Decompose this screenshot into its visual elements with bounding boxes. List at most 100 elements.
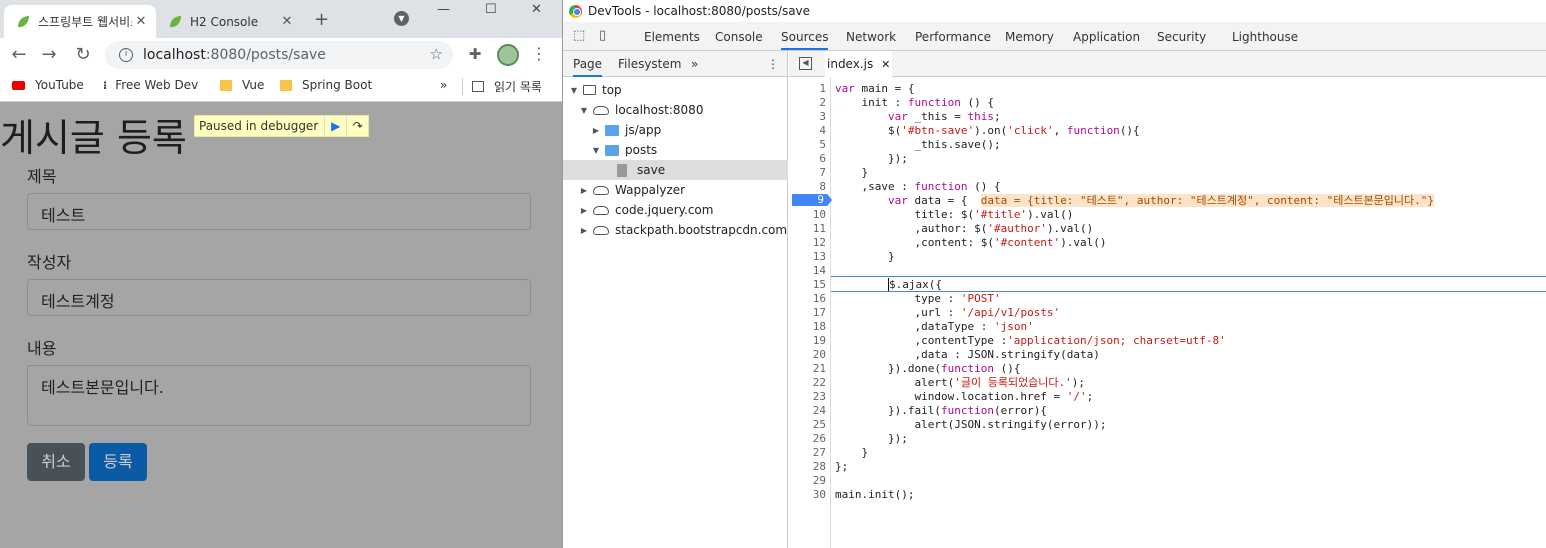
code-line: var _this = this; [887,110,1001,123]
line-number[interactable]: 30 [790,488,826,501]
line-number[interactable]: 20 [790,348,826,361]
close-icon[interactable]: ✕ [881,58,890,71]
maximize-button[interactable]: ☐ [485,2,497,17]
file-tab-index-js[interactable]: index.js ✕ [825,51,893,77]
line-number[interactable]: 5 [790,138,826,151]
tab-h2-console[interactable]: H2 Console ✕ [156,5,302,38]
bookmark-label: Free Web Dev [115,78,199,92]
line-number[interactable]: 21 [790,362,826,375]
browser-window: 스프링부트 웹서비스 ✕ H2 Console ✕ + ▼ — ☐ ✕ ← → … [0,0,562,548]
tab-performance[interactable]: Performance [915,22,991,50]
line-number[interactable]: 14 [790,264,826,277]
address-bar[interactable]: i localhost:8080/posts/save ☆ [105,41,453,69]
line-number[interactable]: 7 [790,166,826,179]
line-number[interactable]: 19 [790,334,826,347]
tree-item-posts[interactable]: ▼ posts [563,140,788,160]
reading-list-button[interactable]: 읽기 목록 [462,78,542,95]
tab-memory[interactable]: Memory [1005,22,1054,50]
forward-arrow-icon[interactable]: → [38,44,60,65]
tree-item-jquery[interactable]: ▶ code.jquery.com [563,200,788,220]
content-textarea[interactable]: 테스트본문입니다. [27,365,531,426]
line-number[interactable]: 29 [790,474,826,487]
info-icon[interactable]: i [119,48,133,62]
line-number[interactable]: 3 [790,110,826,123]
line-number[interactable]: 28 [790,460,826,473]
tree-item-js-app[interactable]: ▶ js/app [563,120,788,140]
submit-button[interactable]: 등록 [89,443,147,481]
line-number[interactable]: 13 [790,250,826,263]
toggle-navigator-icon[interactable]: ◀ [799,57,812,70]
cancel-button[interactable]: 취소 [27,443,85,481]
line-number[interactable]: 12 [790,236,826,249]
bookmark-star-icon[interactable]: ☆ [430,45,443,63]
bookmark-spring-boot[interactable]: Spring Boot [280,78,372,92]
line-number[interactable]: 8 [790,180,826,193]
inspect-element-icon[interactable]: ⬚ [573,28,589,44]
folder-icon [605,124,619,136]
code-line: $('#btn-save').on('click', function(){ [835,124,1140,137]
debugger-status-text: Paused in debugger [199,119,319,133]
line-number[interactable]: 26 [790,432,826,445]
close-window-button[interactable]: ✕ [531,2,542,17]
more-tabs-button[interactable]: » [691,51,698,77]
navigator-menu-icon[interactable]: ⋮ [767,51,779,77]
line-number[interactable]: 4 [790,124,826,137]
line-number[interactable]: 11 [790,222,826,235]
tree-item-save[interactable]: save [563,160,788,180]
title-input[interactable]: 테스트 [27,193,531,230]
tree-item-wappalyzer[interactable]: ▶ Wappalyzer [563,180,788,200]
code-line: title: $('#title').val() [835,208,1074,221]
line-number[interactable]: 1 [790,82,826,95]
minimize-button[interactable]: — [437,2,450,17]
line-number[interactable]: 15 [790,278,826,291]
line-number-gutter[interactable]: 1 2 3 4 5 6 7 8 9 10 11 12 13 14 15 16 17 18 19 20 21 22 23 24 2… [789,77,832,548]
tab-springboot[interactable]: 스프링부트 웹서비스 ✕ [4,5,156,38]
reload-icon[interactable]: ↻ [72,44,94,65]
tree-item-top[interactable]: ▼ top [563,80,788,100]
more-bookmarks-button[interactable]: » [440,78,447,92]
device-toolbar-icon[interactable]: ▯ [599,28,615,44]
tab-filesystem[interactable]: Filesystem [618,51,681,77]
bookmark-vue[interactable]: Vue [220,78,264,92]
extensions-icon[interactable]: ✚ [464,45,486,63]
line-number[interactable]: 24 [790,404,826,417]
tab-security[interactable]: Security [1157,22,1206,50]
bookmark-free-web-dev[interactable]: ⁝ Free Web Dev [103,78,198,92]
step-over-icon[interactable]: ↷ [346,116,368,136]
line-number[interactable]: 23 [790,390,826,403]
line-number[interactable]: 27 [790,446,826,459]
tree-item-bootstrapcdn[interactable]: ▶ stackpath.bootstrapcdn.com [563,220,788,240]
tab-search-icon[interactable]: ▼ [394,11,409,26]
tab-page[interactable]: Page [573,51,603,77]
tab-console[interactable]: Console [715,22,763,50]
code-line: } [835,446,869,459]
tab-sources[interactable]: Sources [781,22,829,50]
close-icon[interactable]: ✕ [132,14,150,29]
line-number[interactable]: 6 [790,152,826,165]
tree-label: Wappalyzer [615,183,686,197]
tab-application[interactable]: Application [1073,22,1140,50]
line-number: 9 [817,193,824,206]
code-area[interactable]: var main = { init : function () { var _t… [831,77,1546,548]
breakpoint-marker[interactable]: 9 [792,194,832,206]
line-number[interactable]: 10 [790,208,826,221]
tab-lighthouse[interactable]: Lighthouse [1232,22,1298,50]
line-number[interactable]: 17 [790,306,826,319]
line-number[interactable]: 25 [790,418,826,431]
avatar[interactable] [497,44,519,66]
tree-item-localhost[interactable]: ▼ localhost:8080 [563,100,788,120]
close-icon[interactable]: ✕ [278,14,296,29]
author-input[interactable]: 테스트계정 [27,279,531,316]
menu-kebab-icon[interactable]: ⋮ [528,44,550,63]
line-number[interactable]: 18 [790,320,826,333]
line-number[interactable]: 16 [790,292,826,305]
expanded-arrow-icon: ▼ [592,145,600,155]
bookmark-youtube[interactable]: YouTube [12,78,84,92]
tab-elements[interactable]: Elements [644,22,700,50]
line-number[interactable]: 2 [790,96,826,109]
resume-icon[interactable]: ▶ [324,116,346,136]
back-arrow-icon[interactable]: ← [8,44,30,65]
tab-network[interactable]: Network [846,22,896,50]
line-number[interactable]: 22 [790,376,826,389]
new-tab-button[interactable]: + [314,9,329,30]
